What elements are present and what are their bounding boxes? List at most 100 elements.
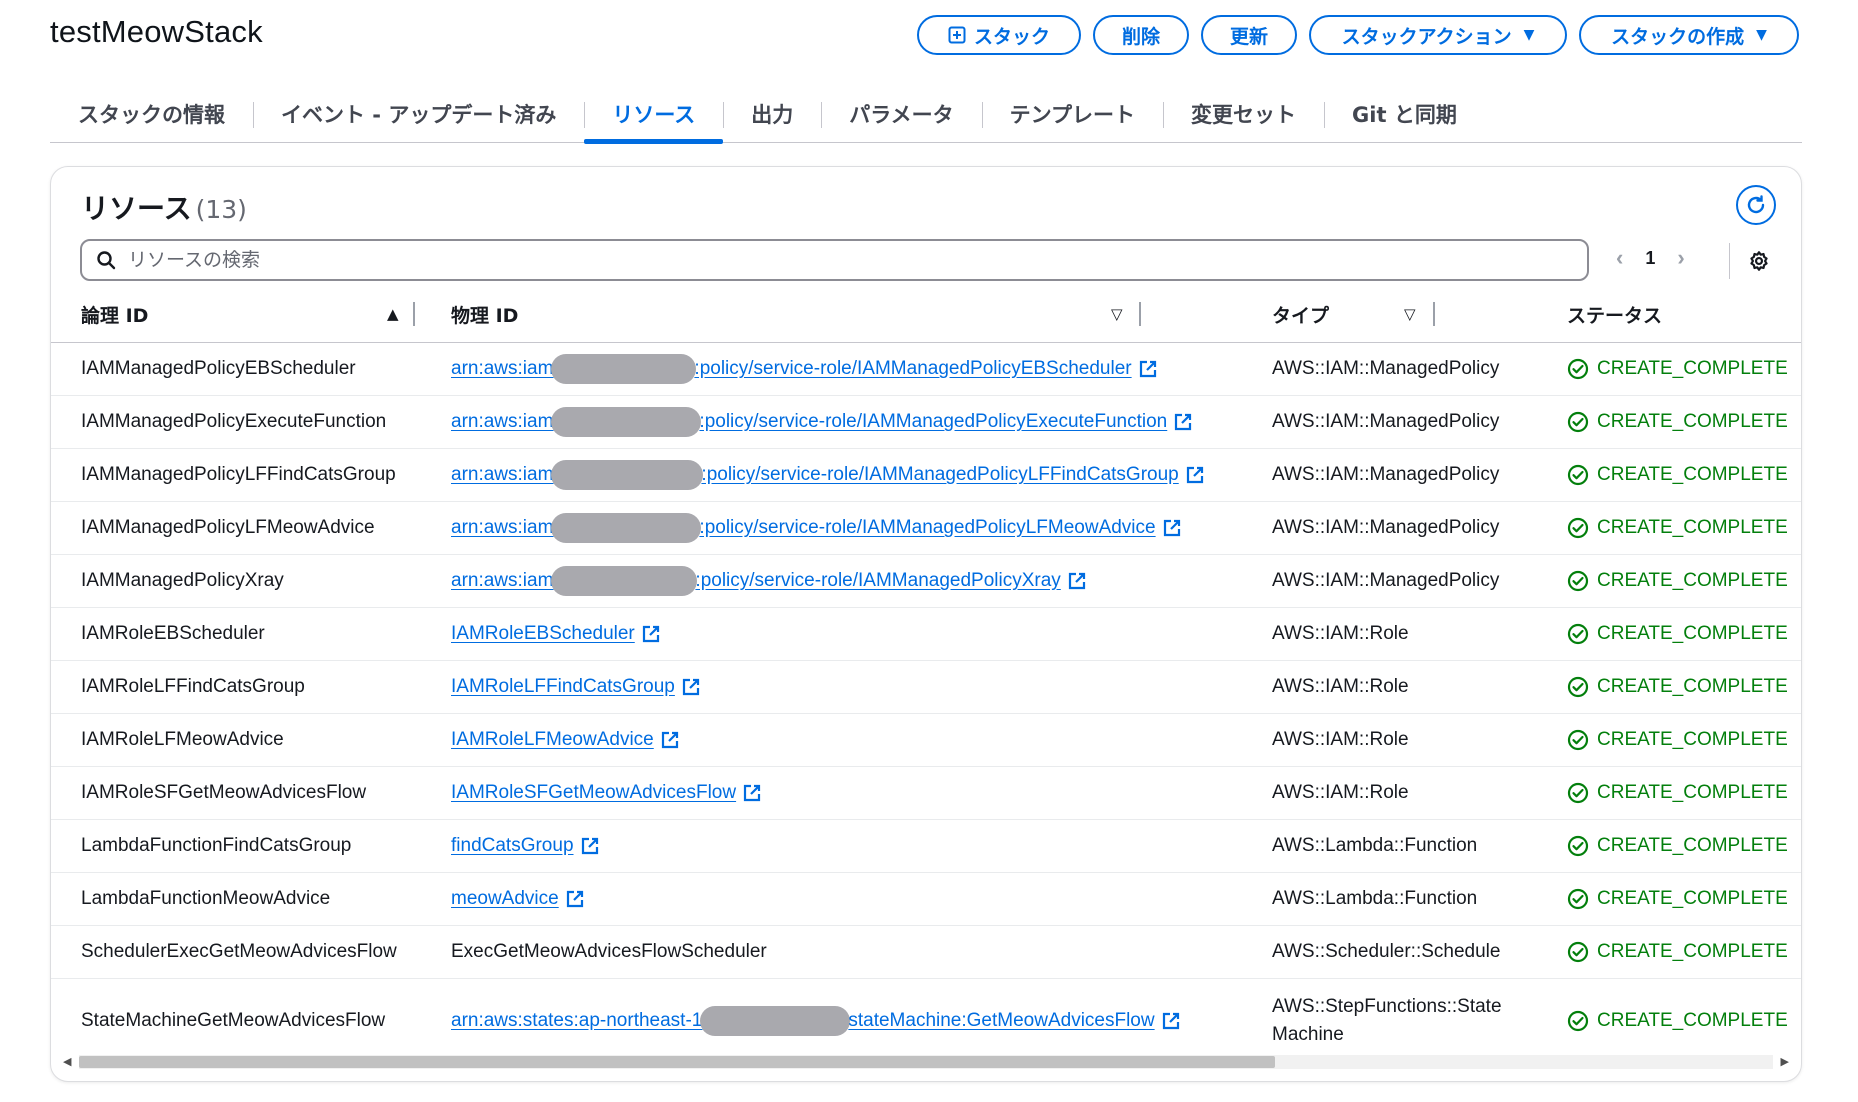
physical-id-suffix: :policy/service-role/IAMManagedPolicyXra… (695, 570, 1061, 591)
table-row: IAMRoleEBScheduler IAMRoleEBScheduler AWS:… (51, 608, 1801, 661)
physical-id-link[interactable]: IAMRoleSFGetMeowAdvicesFlow (451, 782, 736, 804)
col-physical-id[interactable]: 物理 ID (451, 285, 518, 343)
physical-id-link[interactable]: IAMRoleLFFindCatsGroup (451, 676, 675, 698)
redacted-account-id (551, 460, 704, 490)
external-link-icon (1162, 1012, 1179, 1030)
panel-title: リソース (13) (81, 187, 247, 227)
status-cell: CREATE_COMPLETE (1567, 926, 1788, 978)
page-title: testMeowStack (50, 14, 263, 49)
logical-id-cell: IAMManagedPolicyXray (81, 570, 284, 591)
status-text: CREATE_COMPLETE (1597, 676, 1788, 697)
stack-button-label: スタック (973, 25, 1050, 48)
prev-page-icon[interactable]: ‹ (1616, 245, 1623, 271)
physical-id-prefix: IAMRoleSFGetMeowAdvicesFlow (451, 782, 737, 803)
table-row: IAMRoleLFFindCatsGroup IAMRoleLFFindCatsG… (51, 661, 1801, 714)
update-button[interactable]: 更新 (1201, 15, 1297, 55)
success-check-icon (1567, 888, 1589, 910)
external-link-icon (581, 837, 598, 855)
panel-title-text: リソース (81, 192, 192, 225)
redacted-account-id (551, 354, 697, 384)
current-page[interactable]: 1 (1645, 248, 1655, 269)
physical-id-link[interactable]: arn:aws:iam:policy/service-role/IAMManag… (451, 566, 1061, 596)
sort-asc-icon[interactable]: ▲ (387, 285, 399, 343)
scrollbar-thumb[interactable] (79, 1056, 1275, 1068)
tab-6[interactable]: 変更セット (1163, 86, 1324, 142)
physical-id-prefix: ExecGetMeowAdvicesFlowScheduler (451, 941, 767, 962)
type-cell: AWS::StepFunctions::State Machine (1272, 979, 1502, 1063)
physical-id-link[interactable]: meowAdvice (451, 888, 559, 910)
update-button-label: 更新 (1229, 25, 1268, 48)
success-check-icon (1567, 676, 1589, 698)
tab-2[interactable]: リソース (584, 86, 724, 144)
resources-table-body: IAMManagedPolicyEBScheduler arn:aws:iam:p… (51, 343, 1801, 1063)
physical-id-cell: ExecGetMeowAdvicesFlowScheduler (451, 926, 767, 978)
sort-desc-icon[interactable]: ▽ (1404, 285, 1416, 343)
physical-id-suffix: :policy/service-role/IAMManagedPolicyExe… (699, 411, 1168, 432)
horizontal-scrollbar[interactable]: ◀ ▶ (61, 1055, 1791, 1069)
type-line: AWS::StepFunctions::State (1272, 996, 1502, 1018)
type-cell: AWS::IAM::Role (1272, 676, 1409, 698)
sort-desc-icon[interactable]: ▽ (1111, 285, 1123, 343)
search-input[interactable] (126, 248, 1587, 272)
col-status[interactable]: ステータス (1567, 285, 1662, 343)
search-box[interactable] (80, 239, 1589, 281)
delete-button-label: 削除 (1121, 25, 1160, 48)
physical-id-link[interactable]: arn:aws:iam:policy/service-role/IAMManag… (451, 460, 1179, 490)
tab-5[interactable]: テンプレート (981, 86, 1163, 142)
success-check-icon (1567, 941, 1589, 963)
scroll-right-icon[interactable]: ▶ (1781, 1055, 1789, 1068)
stack-button[interactable]: スタック (917, 15, 1081, 55)
next-page-icon[interactable]: › (1677, 245, 1684, 271)
logical-id-cell: IAMManagedPolicyExecuteFunction (81, 411, 387, 432)
physical-id-prefix: meowAdvice (451, 888, 559, 909)
physical-id-cell: arn:aws:iam:policy/service-role/IAMManag… (451, 502, 1182, 554)
create-stack-button[interactable]: スタックの作成 ▼ (1579, 15, 1799, 55)
stack-actions-button[interactable]: スタックアクション ▼ (1309, 15, 1567, 55)
gear-icon[interactable] (1748, 250, 1770, 272)
tab-1[interactable]: イベント - アップデート済み (253, 86, 584, 142)
search-icon (97, 251, 116, 270)
col-logical-id[interactable]: 論理 ID (81, 285, 148, 343)
physical-id-link[interactable]: IAMRoleEBScheduler (451, 623, 635, 645)
logical-id-cell: IAMManagedPolicyLFFindCatsGroup (81, 464, 396, 485)
physical-id-prefix: findCatsGroup (451, 835, 574, 856)
physical-id-prefix: IAMRoleLFMeowAdvice (451, 729, 654, 750)
status-cell: CREATE_COMPLETE (1567, 608, 1788, 660)
external-link-icon (743, 784, 761, 802)
physical-id-link[interactable]: arn:aws:iam:policy/service-role/IAMManag… (451, 407, 1167, 437)
refresh-button[interactable] (1736, 185, 1776, 225)
logical-id-cell: SchedulerExecGetMeowAdvicesFlow (81, 941, 397, 962)
physical-id-link[interactable]: IAMRoleLFMeowAdvice (451, 729, 654, 751)
physical-id-link[interactable]: arn:aws:iam:policy/service-role/IAMManag… (451, 354, 1132, 384)
physical-id-suffix: :policy/service-role/IAMManagedPolicyEBS… (694, 358, 1132, 379)
delete-button[interactable]: 削除 (1093, 15, 1189, 55)
column-divider[interactable] (1433, 302, 1435, 326)
scroll-left-icon[interactable]: ◀ (63, 1055, 71, 1068)
physical-id-prefix: arn:aws:states:ap-northeast-1 (451, 1010, 703, 1031)
table-row: IAMManagedPolicyEBScheduler arn:aws:iam:p… (51, 343, 1801, 396)
table-header: 論理 ID ▲ 物理 ID ▽ タイプ ▽ ステータス (51, 285, 1801, 343)
column-divider[interactable] (413, 302, 415, 326)
tab-3[interactable]: 出力 (723, 86, 821, 142)
create-stack-button-label: スタックの作成 (1611, 25, 1745, 48)
physical-id-prefix: IAMRoleLFFindCatsGroup (451, 676, 675, 697)
physical-id-suffix: :policy/service-role/IAMManagedPolicyLFF… (701, 464, 1179, 485)
external-link-icon (1163, 519, 1180, 537)
status-text: CREATE_COMPLETE (1597, 623, 1788, 644)
stack-tabs: スタックの情報 イベント - アップデート済み リソース 出力 パラメータ テンプレート変… (50, 86, 1802, 144)
table-row: IAMRoleLFMeowAdvice IAMRoleLFMeowAdvice AW… (51, 714, 1801, 767)
type-cell: AWS::Lambda::Function (1272, 835, 1478, 857)
external-link-icon (661, 731, 678, 749)
col-type[interactable]: タイプ (1272, 285, 1329, 343)
physical-id-cell: IAMRoleEBScheduler (451, 608, 661, 660)
logical-id-cell: IAMRoleSFGetMeowAdvicesFlow (81, 782, 367, 803)
physical-id-link[interactable]: arn:aws:states:ap-northeast-1 stateMachin… (451, 1006, 1155, 1036)
tab-0[interactable]: スタックの情報 (50, 86, 253, 142)
tab-7[interactable]: Git と同期 (1324, 86, 1485, 142)
physical-id-link[interactable]: findCatsGroup (451, 835, 574, 857)
tab-4[interactable]: パラメータ (821, 86, 981, 142)
type-cell: AWS::IAM::ManagedPolicy (1272, 411, 1500, 433)
column-divider[interactable] (1139, 302, 1141, 326)
success-check-icon (1567, 411, 1589, 433)
physical-id-link[interactable]: arn:aws:iam:policy/service-role/IAMManag… (451, 513, 1156, 543)
